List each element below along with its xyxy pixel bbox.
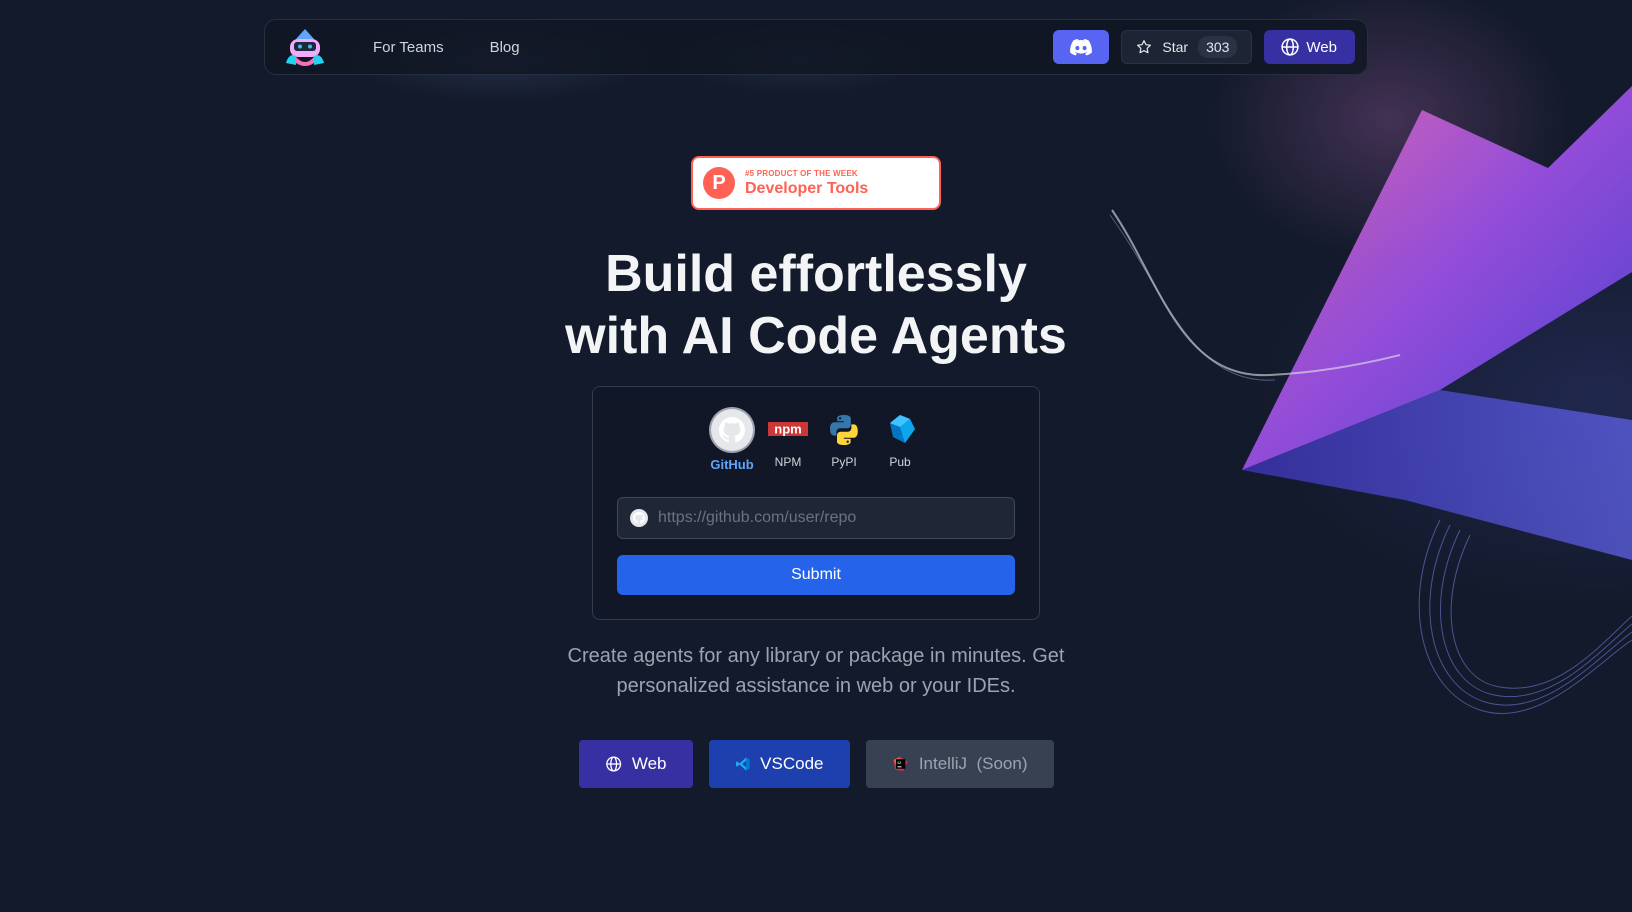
vscode-cta-label: VSCode [760, 754, 824, 773]
submit-button[interactable]: Submit [617, 555, 1015, 595]
discord-button[interactable] [1053, 30, 1110, 64]
svg-text:npm: npm [774, 422, 801, 437]
web-cta-button[interactable]: Web [578, 740, 693, 788]
hero-line-2: with AI Code Agents [565, 307, 1067, 365]
vscode-cta-button[interactable]: VSCode [708, 740, 850, 788]
nav-web-button[interactable]: Web [1264, 30, 1355, 64]
source-npm-label: NPM [774, 455, 802, 469]
github-icon [711, 409, 753, 451]
hero-headline: Build effortlessly with AI Code Agents [0, 243, 1632, 367]
intellij-cta-label: IntelliJ (Soon) [918, 754, 1028, 773]
source-card: GitHub npm NPM PyPI Pub https://github.c… [592, 386, 1040, 620]
top-nav: For Teams Blog Star 303 Web [264, 19, 1368, 75]
cta-row: Web VSCode IJ IntelliJ (Soon) [0, 740, 1632, 788]
globe-icon [605, 756, 621, 772]
vscode-icon [735, 757, 749, 771]
robot-logo-icon [286, 29, 324, 66]
nav-for-teams-link[interactable]: For Teams [373, 39, 444, 56]
web-cta-label: Web [631, 754, 667, 773]
star-label: Star [1162, 39, 1189, 55]
hero-line-1: Build effortlessly [605, 245, 1027, 303]
github-star-button[interactable]: Star 303 [1121, 30, 1253, 64]
source-pub-label: Pub [889, 455, 911, 469]
source-pypi-label: PyPI [831, 455, 857, 469]
repo-url-field [617, 497, 1015, 539]
hero-subtitle: Create agents for any library or package… [0, 641, 1632, 701]
discord-icon [1070, 38, 1093, 55]
dart-icon [890, 415, 915, 443]
badge-rank-text: #5 PRODUCT OF THE WEEK [745, 168, 858, 178]
nav-actions: Star 303 Web [1053, 30, 1355, 64]
source-github[interactable]: GitHub [710, 409, 754, 472]
subtitle-line-2: personalized assistance in web or your I… [616, 675, 1016, 697]
repo-url-input[interactable] [658, 509, 998, 527]
npm-icon: npm [768, 422, 808, 437]
python-icon [830, 415, 858, 445]
star-count: 303 [1198, 36, 1238, 58]
intellij-icon: IJ [893, 756, 908, 772]
source-pub[interactable]: Pub [879, 409, 921, 472]
nav-web-label: Web [1306, 38, 1337, 56]
source-pypi[interactable]: PyPI [823, 409, 865, 472]
intellij-cta-button[interactable]: IJ IntelliJ (Soon) [865, 740, 1054, 788]
product-hunt-badge[interactable]: P #5 PRODUCT OF THE WEEK Developer Tools [691, 156, 941, 210]
badge-category-text: Developer Tools [745, 179, 869, 197]
product-hunt-icon: P [703, 167, 735, 199]
logo[interactable] [281, 25, 329, 69]
source-npm[interactable]: npm NPM [767, 409, 809, 472]
github-icon [630, 509, 648, 527]
subtitle-line-1: Create agents for any library or package… [567, 645, 1065, 667]
source-github-label: GitHub [710, 457, 754, 472]
source-selector: GitHub npm NPM PyPI Pub [593, 409, 1039, 472]
svg-text:IJ: IJ [897, 760, 900, 765]
star-icon [1137, 40, 1152, 54]
globe-icon [1281, 38, 1300, 56]
nav-blog-link[interactable]: Blog [490, 39, 520, 56]
